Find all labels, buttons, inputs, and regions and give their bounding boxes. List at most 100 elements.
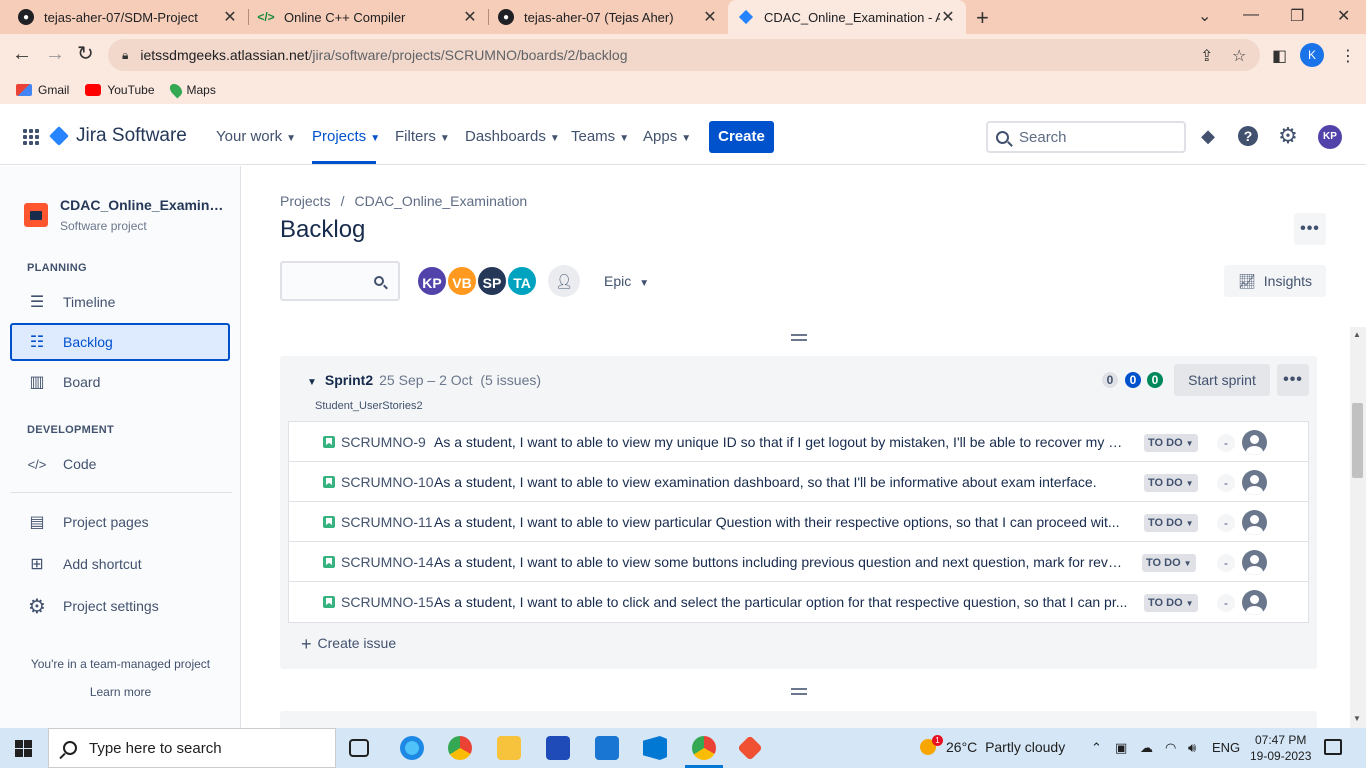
issue-summary[interactable]: As a student, I want to able to view exa…	[434, 474, 1124, 490]
chrome-icon[interactable]	[448, 736, 472, 760]
browser-profile-avatar[interactable]: K	[1300, 43, 1324, 67]
unassigned-avatar-icon[interactable]	[1242, 430, 1267, 455]
back-icon[interactable]: ←	[12, 44, 32, 64]
git-icon[interactable]	[737, 735, 763, 761]
app-switcher-icon[interactable]	[23, 129, 39, 145]
sidebar-item-timeline[interactable]: ☰ Timeline	[10, 283, 230, 321]
avatar-vb[interactable]: VB	[446, 265, 478, 297]
nav-teams[interactable]: Teams ▼	[571, 128, 629, 145]
file-explorer-icon[interactable]	[497, 736, 521, 760]
story-points[interactable]: -	[1217, 474, 1235, 492]
taskbar-search-input[interactable]: Type here to search	[48, 728, 336, 768]
start-sprint-button[interactable]: Start sprint	[1174, 364, 1270, 396]
tray-overflow-icon[interactable]: ⌃	[1091, 740, 1102, 756]
windows-start-icon[interactable]	[15, 740, 32, 757]
tab-search-chevron-icon[interactable]: ⌄	[1198, 6, 1211, 26]
status-dropdown[interactable]: TO DO ▼	[1144, 514, 1198, 532]
unassigned-avatar-icon[interactable]	[1242, 470, 1267, 495]
close-tab-icon[interactable]: ✕	[940, 7, 956, 27]
status-dropdown[interactable]: TO DO ▼	[1142, 554, 1196, 572]
issue-key[interactable]: SCRUMNO-15	[341, 594, 434, 610]
weather-widget[interactable]: 1 26°C Partly cloudy	[920, 735, 1065, 755]
breadcrumb-project[interactable]: CDAC_Online_Examination	[354, 193, 527, 209]
status-dropdown[interactable]: TO DO ▼	[1144, 474, 1198, 492]
nav-projects[interactable]: Projects ▼	[312, 128, 380, 145]
mail-icon[interactable]	[595, 736, 619, 760]
issue-key[interactable]: SCRUMNO-10	[341, 474, 434, 490]
browser-tab-3[interactable]: ● tejas-aher-07 (Tejas Aher) ✕	[488, 0, 728, 34]
create-button[interactable]: Create	[709, 121, 774, 153]
close-tab-icon[interactable]: ✕	[222, 7, 238, 27]
browser-tab-4-active[interactable]: CDAC_Online_Examination - Agile ✕	[728, 0, 966, 34]
status-dropdown[interactable]: TO DO ▼	[1144, 434, 1198, 452]
clock[interactable]: 07:47 PM 19-09-2023	[1250, 732, 1311, 764]
issue-summary[interactable]: As a student, I want to able to view my …	[434, 434, 1124, 450]
close-window-icon[interactable]: ✕	[1337, 6, 1350, 26]
story-points[interactable]: -	[1217, 514, 1235, 532]
sidebar-item-project-pages[interactable]: ▤ Project pages	[10, 503, 230, 541]
nav-your-work[interactable]: Your work ▼	[216, 128, 296, 145]
task-view-icon[interactable]	[349, 739, 369, 757]
internet-explorer-icon[interactable]	[400, 736, 424, 760]
scroll-up-arrow-icon[interactable]: ▲	[1353, 330, 1361, 339]
share-icon[interactable]: ⇪	[1200, 46, 1213, 66]
issue-key[interactable]: SCRUMNO-9	[341, 434, 426, 450]
resize-handle-icon[interactable]	[791, 688, 807, 700]
unassigned-avatar-icon[interactable]	[1242, 510, 1267, 535]
reload-icon[interactable]: ↻	[77, 44, 94, 64]
unassigned-avatar-icon[interactable]	[1242, 550, 1267, 575]
wifi-icon[interactable]: ◠	[1165, 740, 1176, 756]
sprint-header[interactable]: ▼ Sprint2 25 Sep – 2 Oct (5 issues)	[307, 372, 541, 388]
scroll-down-arrow-icon[interactable]: ▼	[1353, 714, 1361, 723]
language-indicator[interactable]: ENG	[1212, 740, 1240, 755]
learn-more-link[interactable]: Learn more	[0, 685, 241, 699]
lock-icon[interactable]: 🔒︎	[122, 48, 128, 63]
avatar-ta[interactable]: TA	[506, 265, 538, 297]
issue-key[interactable]: SCRUMNO-11	[341, 514, 433, 530]
issue-summary[interactable]: As a student, I want to able to view par…	[434, 514, 1124, 530]
breadcrumb-projects[interactable]: Projects	[280, 193, 331, 209]
issue-row[interactable]: SCRUMNO-15 As a student, I want to able …	[289, 582, 1308, 622]
minimize-icon[interactable]: —	[1243, 6, 1259, 24]
story-points[interactable]: -	[1217, 554, 1235, 572]
onedrive-icon[interactable]: ☁	[1140, 740, 1153, 756]
sidebar-item-project-settings[interactable]: ⚙ Project settings	[10, 587, 230, 625]
status-dropdown[interactable]: TO DO ▼	[1144, 594, 1198, 612]
nav-dashboards[interactable]: Dashboards ▼	[465, 128, 560, 145]
avatar-kp[interactable]: KP	[416, 265, 448, 297]
user-avatar[interactable]: KP	[1318, 125, 1342, 149]
nav-filters[interactable]: Filters ▼	[395, 128, 450, 145]
project-name[interactable]: CDAC_Online_Examination	[60, 197, 230, 213]
help-icon[interactable]: ?	[1236, 124, 1260, 148]
sidebar-item-code[interactable]: </> Code	[10, 445, 230, 483]
sidebar-item-board[interactable]: ▥ Board	[10, 363, 230, 401]
bookmark-maps[interactable]: Maps	[167, 81, 216, 99]
browser-menu-icon[interactable]: ⋮	[1340, 46, 1356, 66]
close-tab-icon[interactable]: ✕	[462, 7, 478, 27]
resize-handle-icon[interactable]	[791, 334, 807, 346]
vscode-icon[interactable]	[643, 736, 667, 760]
issue-row[interactable]: SCRUMNO-14 As a student, I want to able …	[289, 542, 1308, 582]
issue-row[interactable]: SCRUMNO-11 As a student, I want to able …	[289, 502, 1308, 542]
bookmark-youtube[interactable]: YouTube	[85, 83, 155, 97]
jira-logo[interactable]: Jira Software	[49, 125, 187, 147]
avatar-sp[interactable]: SP	[476, 265, 508, 297]
browser-tab-1[interactable]: ● tejas-aher-07/SDM-Project ✕	[8, 0, 248, 34]
story-points[interactable]: -	[1217, 594, 1235, 612]
issue-row[interactable]: SCRUMNO-10 As a student, I want to able …	[289, 462, 1308, 502]
sprint-more-icon[interactable]: •••	[1277, 364, 1309, 396]
sidebar-item-backlog[interactable]: ☷ Backlog	[10, 323, 230, 361]
volume-icon[interactable]: 🔊︎	[1188, 740, 1196, 756]
more-actions-icon[interactable]: •••	[1294, 213, 1326, 245]
issue-summary[interactable]: As a student, I want to able to view som…	[434, 554, 1122, 570]
nav-apps[interactable]: Apps ▼	[643, 128, 691, 145]
notifications-icon[interactable]: ◆	[1196, 124, 1220, 148]
chrome-profile-icon[interactable]	[692, 736, 716, 760]
bookmark-gmail[interactable]: Gmail	[16, 83, 69, 97]
jira-search-input[interactable]: Search	[986, 121, 1186, 153]
notification-center-icon[interactable]	[1324, 739, 1342, 755]
add-people-icon[interactable]: 👤︎	[548, 265, 580, 297]
story-points[interactable]: -	[1217, 434, 1235, 452]
microsoft-store-icon[interactable]	[546, 736, 570, 760]
backlog-search-input[interactable]	[280, 261, 400, 301]
